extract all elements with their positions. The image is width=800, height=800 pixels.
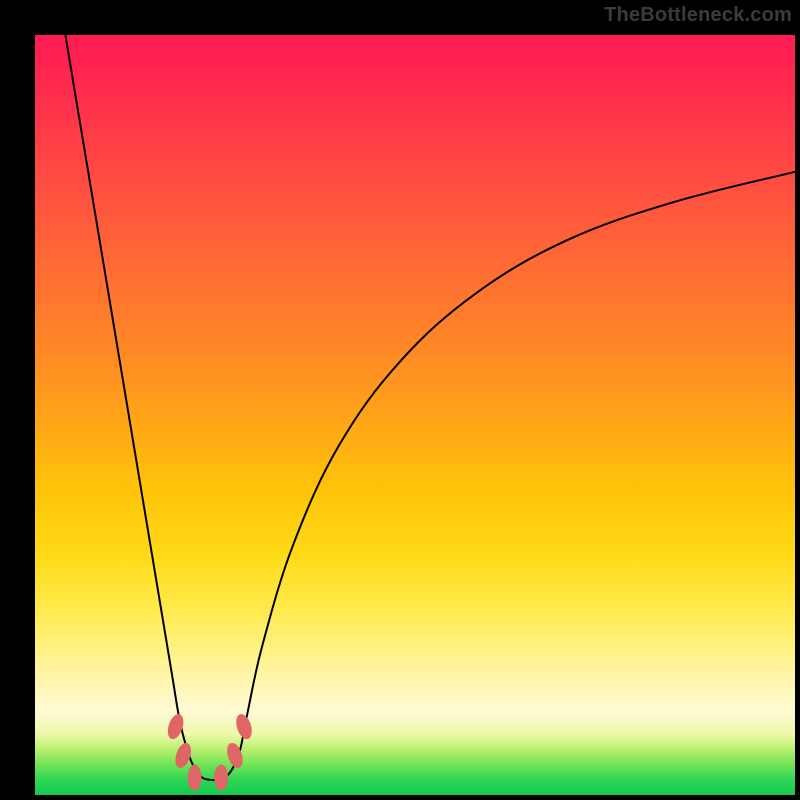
- bottleneck-curve: [65, 35, 795, 780]
- chart-svg: [35, 35, 795, 795]
- threshold-marker: [173, 741, 194, 770]
- threshold-marker: [233, 712, 254, 741]
- threshold-marker: [214, 765, 228, 791]
- chart-stage: TheBottleneck.com: [0, 0, 800, 800]
- threshold-marker: [188, 765, 202, 791]
- plot-area: [35, 35, 795, 795]
- watermark-text: TheBottleneck.com: [604, 4, 792, 27]
- threshold-marker: [224, 741, 245, 770]
- threshold-markers: [165, 712, 255, 790]
